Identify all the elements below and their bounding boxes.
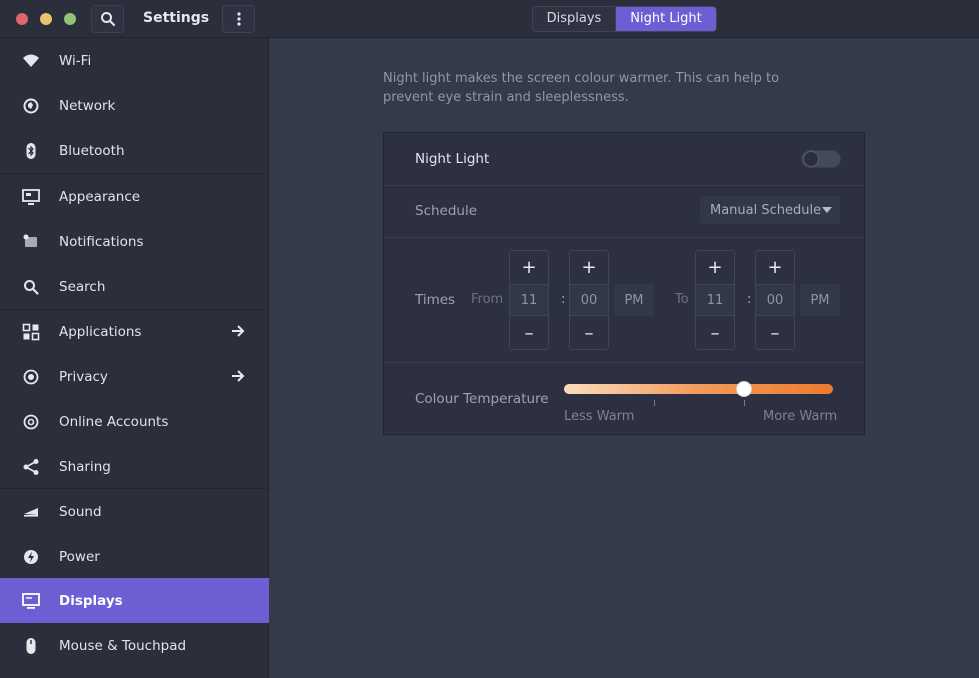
from-period-button[interactable]: PM [614,284,654,316]
row-divider [384,185,864,186]
sidebar: Wi-Fi Network Bluetooth Appearance Notif… [0,38,269,678]
sidebar-item-network[interactable]: Network [0,83,269,128]
from-minute-value[interactable]: 00 [570,284,608,316]
sidebar-item-label: Sharing [59,458,111,475]
sidebar-item-label: Online Accounts [59,413,169,430]
sidebar-item-label: Search [59,278,106,295]
night-light-label: Night Light [415,151,490,167]
app-title: Settings [143,10,210,26]
from-hour-decrement-button[interactable]: – [510,317,548,349]
search-icon [22,278,40,296]
sidebar-item-label: Network [59,97,116,114]
row-divider [384,237,864,238]
sidebar-item-displays[interactable]: Displays [0,578,269,623]
times-label: Times [415,292,456,308]
arrow-right-icon [232,325,245,337]
from-minute-spinner: + 00 – [569,250,609,350]
time-separator: : [747,292,752,307]
to-minute-increment-button[interactable]: + [756,251,794,283]
sidebar-item-power[interactable]: Power [0,534,269,579]
sidebar-item-sharing[interactable]: Sharing [0,444,269,489]
colour-temperature-label: Colour Temperature [415,391,549,407]
toggle-knob [803,151,819,167]
sidebar-item-label: Mouse & Touchpad [59,637,187,654]
sidebar-item-notifications[interactable]: Notifications [0,219,269,264]
night-light-toggle[interactable] [801,150,841,168]
night-light-description: Night light makes the screen colour warm… [383,71,780,105]
from-label: From [471,292,504,307]
view-switcher: Displays Night Light [532,6,717,32]
displays-icon [22,592,40,610]
tab-displays[interactable]: Displays [533,7,616,31]
appearance-icon [22,188,40,206]
time-separator: : [561,292,566,307]
sidebar-item-mouse-touchpad[interactable]: Mouse & Touchpad [0,623,269,668]
night-light-panel: Night Light Schedule Manual Schedule Tim… [383,132,865,435]
network-icon [22,97,40,115]
sidebar-item-wifi[interactable]: Wi-Fi [0,38,269,83]
sidebar-item-online-accounts[interactable]: Online Accounts [0,399,269,444]
search-button[interactable] [91,5,124,33]
sound-icon [22,503,40,521]
more-vertical-icon [236,12,241,26]
close-window-button[interactable] [16,13,28,25]
sidebar-item-search[interactable]: Search [0,264,269,309]
sidebar-item-label: Notifications [59,233,144,250]
colour-temperature-slider-handle[interactable] [736,381,752,397]
sidebar-item-applications[interactable]: Applications [0,309,269,354]
more-warm-label: More Warm [763,409,838,424]
from-minute-increment-button[interactable]: + [570,251,608,283]
search-icon [100,12,115,27]
to-hour-spinner: + 11 – [695,250,735,350]
sharing-icon [22,458,40,476]
row-divider [384,362,864,363]
sidebar-item-bluetooth[interactable]: Bluetooth [0,128,269,173]
notifications-icon [22,233,40,251]
menu-button[interactable] [222,5,255,33]
from-hour-value[interactable]: 11 [510,284,548,316]
less-warm-label: Less Warm [564,409,635,424]
sidebar-item-label: Applications [59,323,142,340]
wifi-icon [22,52,40,70]
sidebar-item-label: Sound [59,503,102,520]
to-hour-decrement-button[interactable]: – [696,317,734,349]
power-icon [22,548,40,566]
header-bar: Settings Displays Night Light [0,0,979,38]
sidebar-item-label: Displays [59,592,123,609]
to-period-button[interactable]: PM [800,284,840,316]
bluetooth-icon [22,142,40,160]
tab-night-light[interactable]: Night Light [616,7,716,31]
from-hour-spinner: + 11 – [509,250,549,350]
online-accounts-icon [22,413,40,431]
to-minute-value[interactable]: 00 [756,284,794,316]
to-label: To [675,292,689,307]
arrow-right-icon [232,370,245,382]
schedule-dropdown[interactable]: Manual Schedule [700,196,840,224]
schedule-value: Manual Schedule [710,202,822,218]
sidebar-item-label: Appearance [59,188,141,205]
sidebar-item-sound[interactable]: Sound [0,489,269,534]
schedule-label: Schedule [415,203,478,219]
sidebar-item-label: Privacy [59,368,108,385]
slider-tick-mark [744,400,745,406]
chevron-down-icon [822,207,832,213]
from-hour-increment-button[interactable]: + [510,251,548,283]
slider-tick-mark [654,400,655,406]
to-hour-value[interactable]: 11 [696,284,734,316]
sidebar-item-label: Wi-Fi [59,52,92,69]
to-minute-spinner: + 00 – [755,250,795,350]
sidebar-item-label: Bluetooth [59,142,125,159]
mouse-icon [22,637,40,655]
privacy-icon [22,368,40,386]
applications-icon [22,323,40,341]
sidebar-item-appearance[interactable]: Appearance [0,174,269,219]
maximize-window-button[interactable] [64,13,76,25]
minimize-window-button[interactable] [40,13,52,25]
to-minute-decrement-button[interactable]: – [756,317,794,349]
colour-temperature-slider[interactable] [564,384,833,394]
to-hour-increment-button[interactable]: + [696,251,734,283]
from-minute-decrement-button[interactable]: – [570,317,608,349]
sidebar-item-label: Power [59,548,100,565]
sidebar-item-privacy[interactable]: Privacy [0,354,269,399]
